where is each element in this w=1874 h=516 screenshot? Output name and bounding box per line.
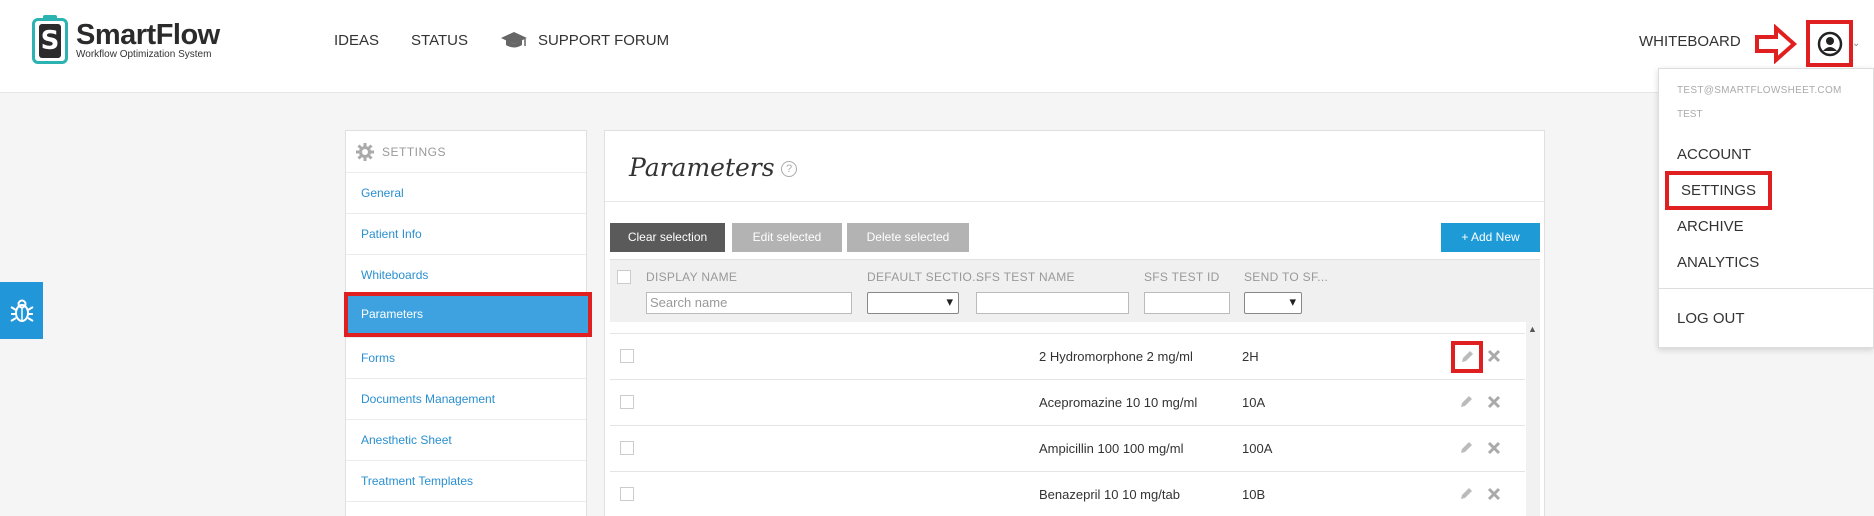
select-all-checkbox[interactable] [617, 270, 631, 284]
table-row[interactable]: Ampicillin 100 100 mg/ml 100A [610, 425, 1525, 471]
delete-selected-button[interactable]: Delete selected [847, 223, 969, 252]
user-name: TEST [1677, 109, 1703, 120]
top-nav: IDEAS STATUS SUPPORT FORUM [334, 31, 701, 49]
row-checkbox[interactable] [620, 395, 634, 409]
smartflow-logo[interactable]: S SmartFlow Workflow Optimization System [32, 15, 220, 64]
edit-selected-button[interactable]: Edit selected [732, 223, 842, 252]
table-row[interactable]: Acepromazine 10 10 mg/ml 10A [610, 379, 1525, 425]
user-email: TEST@SMARTFLOWSHEET.COM [1677, 85, 1842, 96]
row-checkbox[interactable] [620, 487, 634, 501]
row-checkbox[interactable] [620, 441, 634, 455]
column-send-to-sfs[interactable]: SEND TO SF... [1244, 270, 1328, 284]
user-circle-icon [1817, 31, 1842, 56]
search-name-input[interactable]: Search name [646, 292, 852, 314]
test-name-filter-input[interactable] [976, 292, 1129, 314]
row-test-name: Ampicillin 100 100 mg/ml [1039, 441, 1184, 456]
clear-selection-button[interactable]: Clear selection [610, 223, 725, 252]
scroll-up-icon[interactable]: ▲ [1528, 324, 1537, 334]
default-section-select[interactable] [867, 292, 959, 314]
row-test-name: 2 Hydromorphone 2 mg/ml [1039, 349, 1193, 364]
row-checkbox[interactable] [620, 349, 634, 363]
close-icon[interactable] [1486, 440, 1502, 456]
table-row-partial [610, 322, 1525, 333]
sidebar-item-forms[interactable]: Forms [346, 337, 586, 377]
sidebar-heading: SETTINGS [356, 143, 446, 161]
pencil-icon[interactable] [1458, 486, 1474, 502]
sidebar-item-patient-info[interactable]: Patient Info [346, 213, 586, 253]
edit-row-button[interactable] [1451, 341, 1483, 373]
sidebar-item-parameters[interactable]: Parameters [344, 292, 592, 337]
row-test-id: 2H [1242, 349, 1259, 364]
test-id-filter-input[interactable] [1144, 292, 1230, 314]
sidebar-item-analytics[interactable]: Analytics [346, 501, 586, 516]
whiteboard-link[interactable]: WHITEBOARD [1639, 33, 1741, 50]
menu-archive[interactable]: ARCHIVE [1677, 218, 1744, 235]
page-title: Parameters [629, 153, 775, 182]
menu-analytics[interactable]: ANALYTICS [1677, 254, 1759, 271]
bug-report-button[interactable] [0, 282, 43, 339]
sidebar-item-general[interactable]: General [346, 172, 586, 212]
table-body: 2 Hydromorphone 2 mg/ml 2H Acepromazine … [610, 322, 1525, 516]
table-row[interactable]: 2 Hydromorphone 2 mg/ml 2H [610, 333, 1525, 379]
pencil-icon [1462, 351, 1473, 362]
title-divider [605, 201, 1544, 202]
settings-sidebar: SETTINGS General Patient Info Whiteboard… [344, 130, 592, 516]
gear-icon [356, 143, 374, 161]
logo-icon: S [32, 15, 68, 64]
row-test-id: 10A [1242, 395, 1266, 410]
column-sfs-test-name[interactable]: SFS TEST NAME [976, 270, 1075, 284]
nav-ideas[interactable]: IDEAS [334, 32, 379, 49]
send-to-sfs-select[interactable] [1244, 292, 1302, 314]
arrow-right-icon [1755, 24, 1798, 64]
close-icon[interactable] [1486, 348, 1502, 364]
row-test-id: 10B [1242, 487, 1266, 502]
sidebar-item-anesthetic-sheet[interactable]: Anesthetic Sheet [346, 419, 586, 459]
sidebar-item-treatment-templates[interactable]: Treatment Templates [346, 460, 586, 500]
close-icon[interactable] [1486, 394, 1502, 410]
pencil-icon[interactable] [1458, 394, 1474, 410]
column-display-name[interactable]: DISPLAY NAME [646, 270, 737, 284]
pencil-icon[interactable] [1458, 440, 1474, 456]
top-header: S SmartFlow Workflow Optimization System… [0, 0, 1874, 93]
graduation-cap-icon [500, 32, 527, 48]
row-test-name: Benazepril 10 10 mg/tab [1039, 487, 1180, 502]
help-icon[interactable]: ? [781, 161, 797, 177]
brand-tagline: Workflow Optimization System [76, 49, 212, 60]
sidebar-item-documents-management[interactable]: Documents Management [346, 378, 586, 418]
table-row[interactable]: Benazepril 10 10 mg/tab 10B [610, 471, 1525, 516]
chevron-down-icon: ⌄ [1852, 38, 1861, 49]
close-icon[interactable] [1486, 486, 1502, 502]
menu-logout[interactable]: LOG OUT [1677, 310, 1745, 327]
table-header: DISPLAY NAME DEFAULT SECTIO... SFS TEST … [610, 259, 1540, 322]
nav-support-forum[interactable]: SUPPORT FORUM [500, 31, 669, 49]
nav-status[interactable]: STATUS [411, 32, 468, 49]
column-default-section[interactable]: DEFAULT SECTIO... [867, 270, 983, 284]
menu-settings[interactable]: SETTINGS [1665, 171, 1773, 210]
row-test-id: 100A [1242, 441, 1273, 456]
user-dropdown-menu: TEST@SMARTFLOWSHEET.COM TEST ACCOUNT SET… [1658, 68, 1874, 348]
parameters-panel: Parameters ? Clear selection Edit select… [604, 130, 1545, 516]
sidebar-item-whiteboards[interactable]: Whiteboards [346, 254, 586, 294]
menu-account[interactable]: ACCOUNT [1677, 146, 1751, 163]
user-menu-button[interactable] [1806, 20, 1853, 67]
add-new-button[interactable]: + Add New [1441, 223, 1540, 252]
bug-icon [9, 299, 34, 322]
row-test-name: Acepromazine 10 10 mg/ml [1039, 395, 1198, 410]
menu-divider [1659, 288, 1874, 289]
brand-name: SmartFlow [76, 19, 220, 51]
column-sfs-test-id[interactable]: SFS TEST ID [1144, 270, 1220, 284]
table-scrollbar[interactable]: ▲ [1526, 322, 1540, 516]
